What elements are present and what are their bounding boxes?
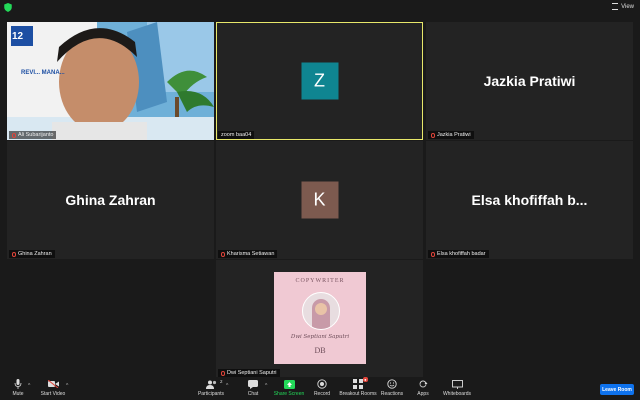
whiteboards-label: Whiteboards [442,391,472,397]
emoji-icon [387,379,398,389]
whiteboard-icon [451,379,463,389]
record-icon [317,379,328,389]
view-button[interactable]: View [612,3,634,10]
participant-name: Dwi Septiani Saputri [227,370,277,376]
participant-name-tag: Jazkia Pratiwi [428,131,474,139]
chevron-up-icon[interactable]: ^ [28,383,30,389]
participant-avatar: Z [301,62,338,100]
profile-picture: COPYWRITER Dwi Septiani Saputri DB [274,272,366,364]
avatar-initial: K [313,189,326,210]
participant-name: Ali Subarijanto [18,132,54,138]
share-screen-label: Share Screen [273,391,305,397]
leave-room-button[interactable]: Leave Room [600,384,634,395]
share-screen-icon [283,379,295,389]
participant-name: Kharisma Setiawan [227,251,275,257]
participant-display-name: Jazkia Pratiwi [483,73,576,89]
video-camera-icon [47,379,59,389]
record-button[interactable]: Record [302,379,342,397]
participant-avatar: K [301,181,338,219]
participant-name: Jazkia Pratiwi [437,132,471,138]
mic-muted-icon [221,251,225,257]
chat-label: Chat [247,391,259,397]
participant-tile[interactable]: Elsa khofiffah b... Elsa khofiffah badar [426,141,633,259]
svg-text:12: 12 [12,31,24,42]
portrait-circle [302,292,340,330]
mic-muted-icon [431,251,435,257]
chevron-up-icon[interactable]: ^ [66,383,68,389]
mic-muted-icon [12,251,16,257]
svg-text:REVI... MANA...: REVI... MANA... [21,70,65,76]
whiteboards-button[interactable]: Whiteboards [437,379,477,397]
monogram: DB [314,346,326,355]
mic-muted-icon [221,370,225,376]
notification-badge: ● [363,377,368,382]
participant-tile[interactable]: 12 REVI... MANA... Ali Subarijanto [7,22,214,140]
chat-icon [248,379,259,389]
microphone-icon [13,379,24,389]
participant-name-tag: Elsa khofiffah badar [428,250,489,258]
mic-muted-icon [12,132,16,138]
mic-muted-icon [431,132,435,138]
participant-tile[interactable]: Ghina Zahran Ghina Zahran [7,141,214,259]
grid-icon [612,3,619,10]
avatar-initial: Z [314,70,325,91]
view-label: View [621,3,634,10]
participants-button[interactable]: 2 Participants [191,379,231,397]
participant-name-tag: Kharisma Setiawan [218,250,278,258]
apps-icon [418,379,429,389]
apps-label: Apps [417,391,429,397]
participant-video: 12 REVI... MANA... [7,22,214,140]
card-title: COPYWRITER [295,278,345,284]
participant-tile[interactable]: K Kharisma Setiawan [216,141,423,259]
participant-name-tag: Ali Subarijanto [9,131,57,139]
participant-name: zoom baa04 [221,132,252,138]
leave-room-label: Leave Room [602,386,632,393]
participants-label: Participants [197,391,225,397]
participant-name: Elsa khofiffah badar [437,251,486,257]
participant-name: Ghina Zahran [18,251,52,257]
meeting-topbar: View [0,0,640,16]
chevron-up-icon[interactable]: ^ [226,383,228,389]
participant-display-name: Elsa khofiffah b... [471,192,588,208]
participant-tile[interactable]: Jazkia Pratiwi Jazkia Pratiwi [426,22,633,140]
chevron-up-icon[interactable]: ^ [265,383,267,389]
start-video-label: Start Video [40,391,66,397]
participant-name-tag: Dwi Septiani Saputri [218,369,280,377]
participants-icon: 2 [205,379,223,389]
participant-display-name: Ghina Zahran [65,192,156,208]
participant-name-tag: Ghina Zahran [9,250,55,258]
participants-count: 2 [219,379,223,384]
mute-label: Mute [12,391,24,397]
participant-tile[interactable]: Z zoom baa04 [216,22,423,140]
participant-name-tag: zoom baa04 [218,131,255,139]
record-label: Record [313,391,331,397]
signature-text: Dwi Septiani Saputri [290,334,350,340]
shield-icon[interactable] [4,3,12,12]
meeting-toolbar: Mute ^ Start Video ^ 2 Participants ^ Ch… [0,377,640,400]
breakout-rooms-icon: ● [353,377,368,389]
participant-tile[interactable]: COPYWRITER Dwi Septiani Saputri DB Dwi S… [216,260,423,378]
reactions-label: Reactions [380,391,404,397]
